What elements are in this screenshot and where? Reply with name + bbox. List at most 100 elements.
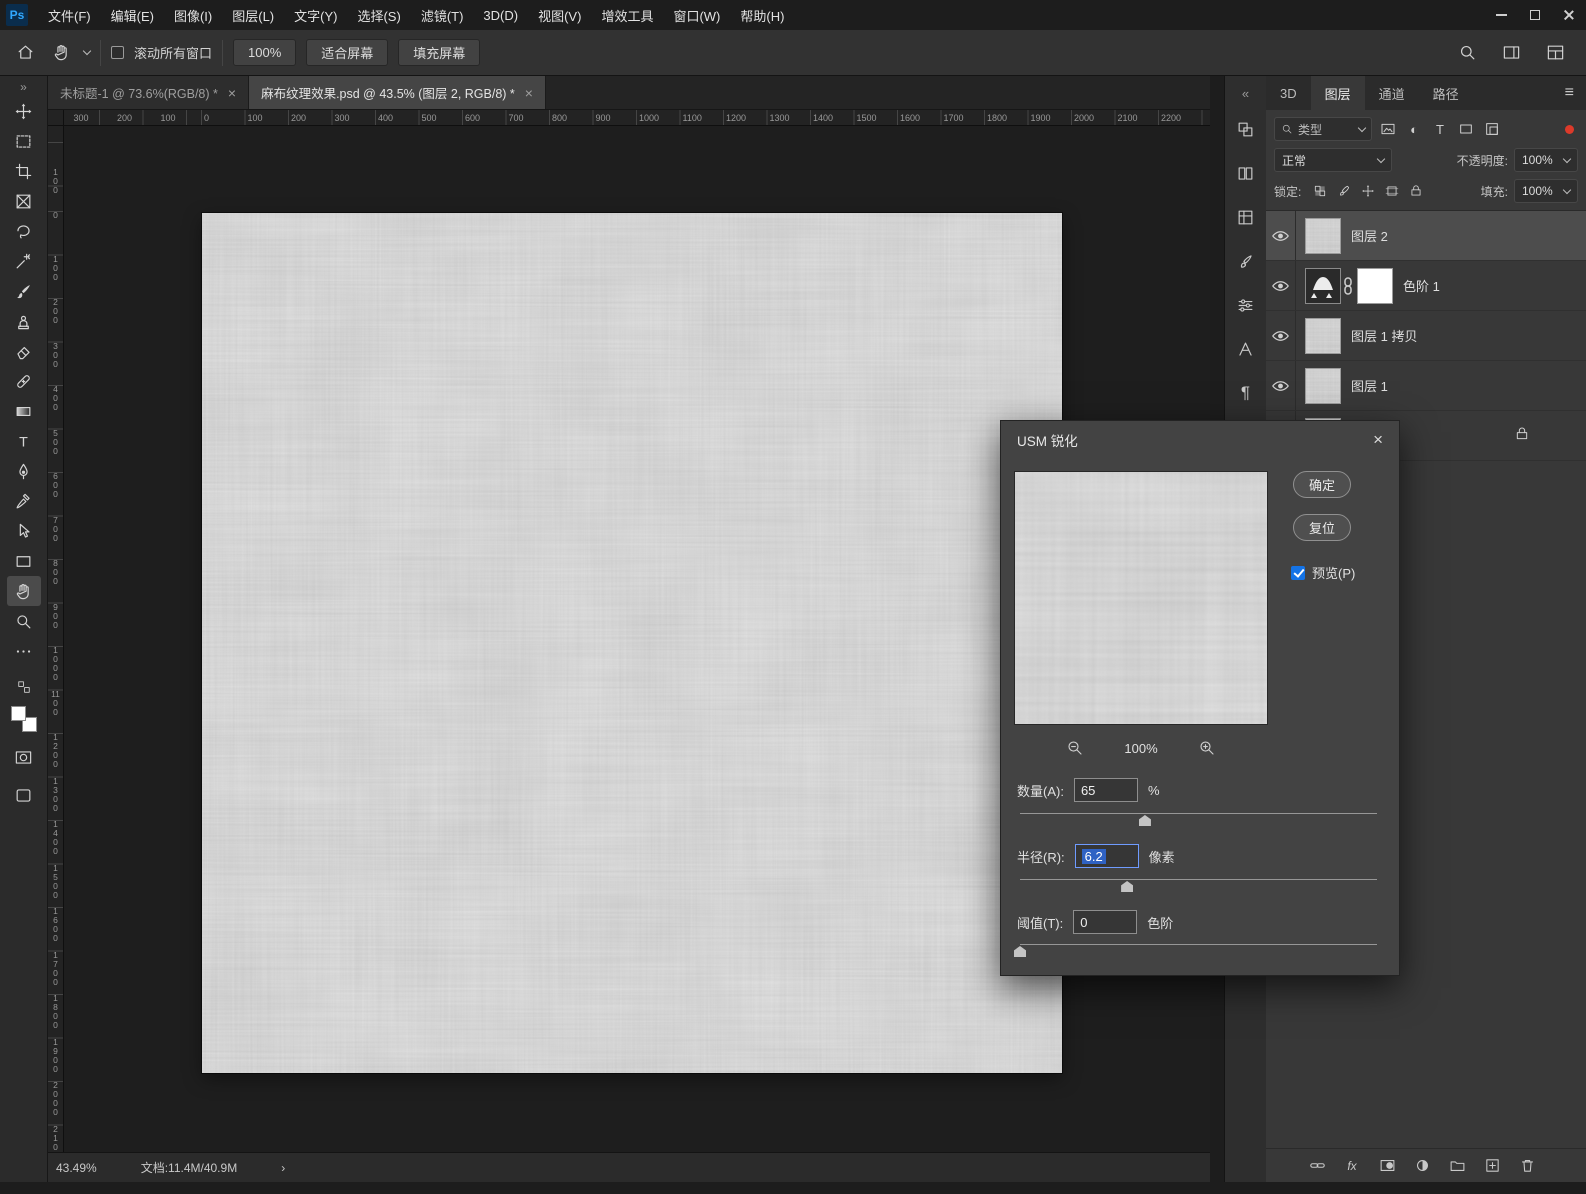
lock-artboard-icon[interactable] [1383,183,1400,200]
zoom-100-button[interactable]: 100% [233,39,297,66]
menu-item[interactable]: 文件(F) [38,0,101,30]
filter-smart-object-icon[interactable] [1482,119,1502,139]
layer-visibility-toggle[interactable] [1266,361,1296,410]
layer-filter-search[interactable]: 类型 [1274,117,1372,141]
zoom-tool[interactable] [7,606,41,636]
zoom-in-icon[interactable] [1198,739,1216,757]
lock-position-icon[interactable] [1359,183,1376,200]
menu-item[interactable]: 窗口(W) [663,0,730,30]
layer-thumbnail[interactable] [1305,217,1341,254]
layer-group-icon[interactable] [1446,1155,1468,1177]
dialog-title-bar[interactable]: USM 锐化 × [1001,421,1399,459]
layer-row[interactable]: 图层 1 [1266,361,1586,411]
panel-toggle-icon[interactable] [1498,40,1524,66]
more-tools-icon[interactable] [7,636,41,666]
layer-mask-icon[interactable] [1376,1155,1398,1177]
blend-mode-select[interactable]: 正常 [1274,148,1392,172]
eraser-tool[interactable] [7,336,41,366]
minimize-button[interactable] [1484,0,1518,30]
magic-wand-tool[interactable] [7,246,41,276]
adjustment-layer-thumbnail[interactable] [1305,267,1341,304]
panel-tab[interactable]: 通道 [1365,76,1419,110]
v-ruler[interactable]: 100 0 100 200 300 400 500 600 700 800 900 1000 1100 1… [48,126,64,1152]
mask-link-icon[interactable] [1342,276,1354,296]
search-icon[interactable] [1454,40,1480,66]
menu-item[interactable]: 编辑(E) [101,0,164,30]
menu-item[interactable]: 选择(S) [347,0,410,30]
status-expand-icon[interactable]: › [281,1161,285,1175]
h-ruler[interactable]: 300 200 100 0 100 200 300 400 500 600 700 800 900 100… [64,110,1210,126]
info-panel-icon[interactable] [1225,198,1267,236]
move-tool[interactable] [7,96,41,126]
clone-source-panel-icon[interactable] [1225,110,1267,148]
adjustment-layer-icon[interactable] [1411,1155,1433,1177]
amount-input[interactable]: 65 [1073,778,1138,802]
pen-tool[interactable] [7,456,41,486]
lock-pixels-icon[interactable] [1335,183,1352,200]
healing-brush-tool[interactable] [7,366,41,396]
character-panel-icon[interactable] [1225,330,1267,368]
sharpen-preview[interactable] [1014,471,1268,725]
layer-row[interactable]: 色阶 1 [1266,261,1586,311]
zoom-out-icon[interactable] [1066,739,1084,757]
menu-item[interactable]: 3D(D) [473,0,528,30]
screen-mode-icon[interactable] [11,782,37,808]
radius-slider[interactable] [1020,874,1377,892]
tool-preset-chevron-icon[interactable] [82,46,92,56]
delete-layer-icon[interactable] [1516,1155,1538,1177]
menu-item[interactable]: 图层(L) [222,0,284,30]
hand-tool[interactable] [6,576,41,606]
reset-button[interactable]: 复位 [1293,514,1351,541]
canvas-document[interactable] [202,213,1062,1073]
filter-adjustment-icon[interactable]: ◐ [1404,119,1424,139]
libraries-panel-icon[interactable] [1225,154,1267,192]
layer-name[interactable]: 图层 1 拷贝 [1351,326,1417,345]
brush-settings-panel-icon[interactable] [1225,242,1267,280]
toolbar-collapse-icon[interactable]: » [0,78,47,96]
clone-stamp-tool[interactable] [7,306,41,336]
lock-all-icon[interactable] [1407,183,1424,200]
document-tab[interactable]: 未标题-1 @ 73.6%(RGB/8) * × [48,76,250,109]
brush-tool[interactable] [7,276,41,306]
layer-visibility-toggle[interactable] [1266,311,1296,360]
filter-image-icon[interactable] [1378,119,1398,139]
lock-transparency-icon[interactable] [1311,183,1328,200]
radius-slider-thumb[interactable] [1121,881,1134,892]
dialog-close-icon[interactable]: × [1359,430,1383,450]
amount-slider-thumb[interactable] [1138,815,1151,826]
menu-item[interactable]: 滤镜(T) [411,0,474,30]
threshold-input[interactable]: 0 [1073,910,1138,934]
layer-mask-thumbnail[interactable] [1357,267,1393,304]
ruler-corner[interactable] [48,110,64,126]
new-layer-icon[interactable] [1481,1155,1503,1177]
gradient-tool[interactable] [7,396,41,426]
layer-name[interactable]: 色阶 1 [1403,276,1440,295]
radius-input[interactable]: 6.2 [1074,844,1139,868]
menu-item[interactable]: 增效工具 [591,0,663,30]
quick-mask-icon[interactable] [11,744,37,770]
adjustments-panel-icon[interactable] [1225,286,1267,324]
eyedropper-tool[interactable] [7,486,41,516]
menu-item[interactable]: 帮助(H) [730,0,794,30]
opacity-select[interactable]: 100% [1514,148,1578,172]
filter-shape-icon[interactable] [1456,119,1476,139]
tab-close-icon[interactable]: × [525,85,533,101]
layer-name[interactable]: 图层 1 [1351,376,1388,395]
frame-tool[interactable] [7,186,41,216]
filter-switch-icon[interactable] [1565,124,1574,134]
layer-visibility-toggle[interactable] [1266,261,1296,310]
swap-colors-icon[interactable] [11,680,37,694]
menu-item[interactable]: 文字(Y) [284,0,347,30]
panel-tab[interactable]: 图层 [1310,76,1365,110]
panel-menu-icon[interactable]: ≡ [1553,76,1586,110]
layer-row[interactable]: 图层 2 [1266,211,1586,261]
layer-thumbnail[interactable] [1305,367,1341,404]
status-zoom-field[interactable]: 43.49% [56,1161,97,1175]
foreground-background-colors[interactable] [10,706,37,732]
panel-tab[interactable]: 3D [1266,76,1311,110]
layer-visibility-toggle[interactable] [1266,211,1296,260]
rectangular-marquee-tool[interactable] [7,126,41,156]
layer-thumbnail[interactable] [1305,317,1341,354]
tab-close-icon[interactable]: × [228,85,236,101]
fit-screen-button[interactable]: 适合屏幕 [306,39,389,66]
